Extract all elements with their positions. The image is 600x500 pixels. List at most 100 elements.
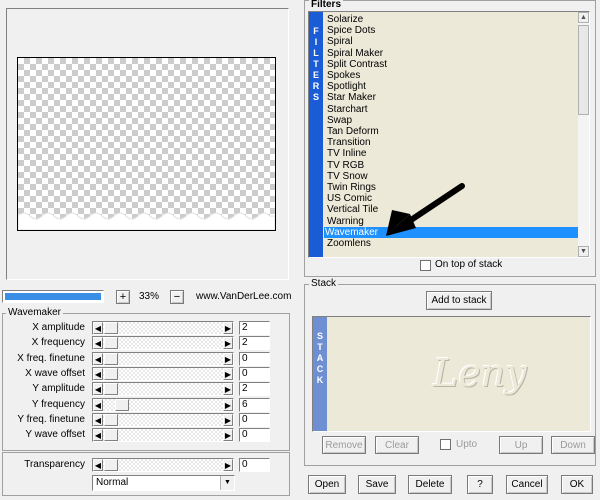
slider-thumb[interactable] [104, 383, 118, 395]
filter-list-item[interactable]: Spokes [326, 70, 581, 81]
param-value-input[interactable]: 6 [239, 398, 270, 412]
open-button[interactable]: Open [308, 475, 346, 494]
param-slider[interactable]: ◀ ▶ [92, 352, 234, 366]
transparency-value[interactable]: 0 [239, 458, 270, 472]
help-button[interactable]: ? [467, 475, 493, 494]
param-value-input[interactable]: 2 [239, 336, 270, 350]
progress-fill [5, 293, 101, 300]
slider-right-arrow-icon[interactable]: ▶ [223, 383, 233, 395]
filter-list-item[interactable]: Spice Dots [326, 25, 581, 36]
param-slider[interactable]: ◀ ▶ [92, 336, 234, 350]
preview-canvas[interactable] [17, 57, 276, 231]
param-slider[interactable]: ◀ ▶ [92, 413, 234, 427]
filters-side-letter: T [313, 59, 319, 69]
slider-thumb[interactable] [104, 429, 118, 441]
filter-list-item[interactable]: Spiral Maker [326, 48, 581, 59]
scroll-up-icon[interactable]: ▲ [578, 12, 589, 23]
slider-thumb[interactable] [104, 368, 118, 380]
add-to-stack-button[interactable]: Add to stack [426, 291, 492, 310]
slider-left-arrow-icon[interactable]: ◀ [93, 322, 103, 334]
stack-side-letter: T [317, 342, 323, 352]
slider-left-arrow-icon[interactable]: ◀ [93, 337, 103, 349]
filters-side-letter: L [313, 48, 319, 58]
stack-group-title: Stack [309, 278, 339, 289]
scroll-thumb[interactable] [578, 25, 589, 115]
param-slider[interactable]: ◀ ▶ [92, 382, 234, 396]
slider-left-arrow-icon[interactable]: ◀ [93, 368, 103, 380]
slider-right-arrow-icon[interactable]: ▶ [223, 414, 233, 426]
cancel-button[interactable]: Cancel [506, 475, 548, 494]
filters-scrollbar[interactable]: ▲ ▼ [578, 12, 589, 257]
zoom-level: 33% [139, 291, 160, 302]
slider-right-arrow-icon[interactable]: ▶ [223, 399, 233, 411]
slider-thumb[interactable] [104, 459, 118, 471]
filter-list-item[interactable]: TV RGB [326, 160, 581, 171]
filter-list-item[interactable]: Spotlight [326, 81, 581, 92]
filter-list-item[interactable]: Solarize [326, 14, 581, 25]
clear-button[interactable]: Clear [375, 436, 419, 454]
filter-list-item[interactable]: Star Maker [326, 92, 581, 103]
blend-mode-select[interactable]: Normal ▼ [92, 475, 235, 491]
slider-left-arrow-icon[interactable]: ◀ [93, 414, 103, 426]
param-value-input[interactable]: 2 [239, 382, 270, 396]
delete-button[interactable]: Delete [408, 475, 452, 494]
slider-thumb[interactable] [115, 399, 129, 411]
transparency-slider[interactable]: ◀ ▶ [92, 458, 234, 472]
slider-right-arrow-icon[interactable]: ▶ [223, 429, 233, 441]
slider-thumb[interactable] [104, 337, 118, 349]
slider-right-arrow-icon[interactable]: ▶ [223, 322, 233, 334]
param-slider[interactable]: ◀ ▶ [92, 428, 234, 442]
slider-right-arrow-icon[interactable]: ▶ [223, 337, 233, 349]
param-label: Y amplitude [32, 383, 85, 394]
zoom-in-button[interactable]: + [116, 290, 130, 304]
filters-side-label: FILTERS [309, 12, 323, 257]
slider-thumb[interactable] [104, 322, 118, 334]
param-label: X frequency [31, 337, 85, 348]
param-slider[interactable]: ◀ ▶ [92, 398, 234, 412]
slider-thumb[interactable] [104, 353, 118, 365]
down-button[interactable]: Down [551, 436, 595, 454]
chevron-down-icon[interactable]: ▼ [220, 476, 234, 490]
filter-list-item[interactable]: Starchart [326, 104, 581, 115]
ok-button[interactable]: OK [561, 475, 593, 494]
on-top-of-stack-checkbox[interactable] [420, 260, 431, 271]
param-value-input[interactable]: 0 [239, 367, 270, 381]
slider-left-arrow-icon[interactable]: ◀ [93, 383, 103, 395]
upto-label: Upto [456, 439, 478, 450]
slider-left-arrow-icon[interactable]: ◀ [93, 353, 103, 365]
param-value-input[interactable]: 2 [239, 321, 270, 335]
filter-list-item[interactable]: Transition [326, 137, 581, 148]
up-button[interactable]: Up [499, 436, 543, 454]
filters-side-letter: I [314, 37, 318, 47]
param-slider[interactable]: ◀ ▶ [92, 321, 234, 335]
param-value-input[interactable]: 0 [239, 428, 270, 442]
slider-left-arrow-icon[interactable]: ◀ [93, 399, 103, 411]
param-label: Y freq. finetune [17, 414, 85, 425]
slider-thumb[interactable] [104, 414, 118, 426]
stack-side-letter: K [316, 375, 324, 385]
blend-mode-value: Normal [96, 477, 129, 488]
filters-side-letter: F [313, 26, 319, 36]
filter-list-item[interactable]: Split Contrast [326, 59, 581, 70]
param-value-input[interactable]: 0 [239, 413, 270, 427]
save-button[interactable]: Save [358, 475, 396, 494]
filter-list-item[interactable]: Swap [326, 115, 581, 126]
remove-button[interactable]: Remove [322, 436, 366, 454]
progress-bar [2, 290, 104, 303]
filter-list-item[interactable]: TV Inline [326, 148, 581, 159]
param-slider[interactable]: ◀ ▶ [92, 367, 234, 381]
slider-right-arrow-icon[interactable]: ▶ [223, 368, 233, 380]
slider-left-arrow-icon[interactable]: ◀ [93, 459, 103, 471]
upto-checkbox[interactable] [440, 439, 451, 450]
slider-left-arrow-icon[interactable]: ◀ [93, 429, 103, 441]
zoom-out-button[interactable]: − [170, 290, 184, 304]
param-label: X wave offset [25, 368, 85, 379]
scroll-down-icon[interactable]: ▼ [578, 246, 589, 257]
slider-right-arrow-icon[interactable]: ▶ [223, 459, 233, 471]
slider-right-arrow-icon[interactable]: ▶ [223, 353, 233, 365]
filter-list-item[interactable]: Spiral [326, 36, 581, 47]
stack-list[interactable]: STACK Leny [312, 316, 591, 432]
credit-link[interactable]: www.VanDerLee.com [196, 291, 291, 302]
param-value-input[interactable]: 0 [239, 352, 270, 366]
filter-list-item[interactable]: Tan Deform [326, 126, 581, 137]
